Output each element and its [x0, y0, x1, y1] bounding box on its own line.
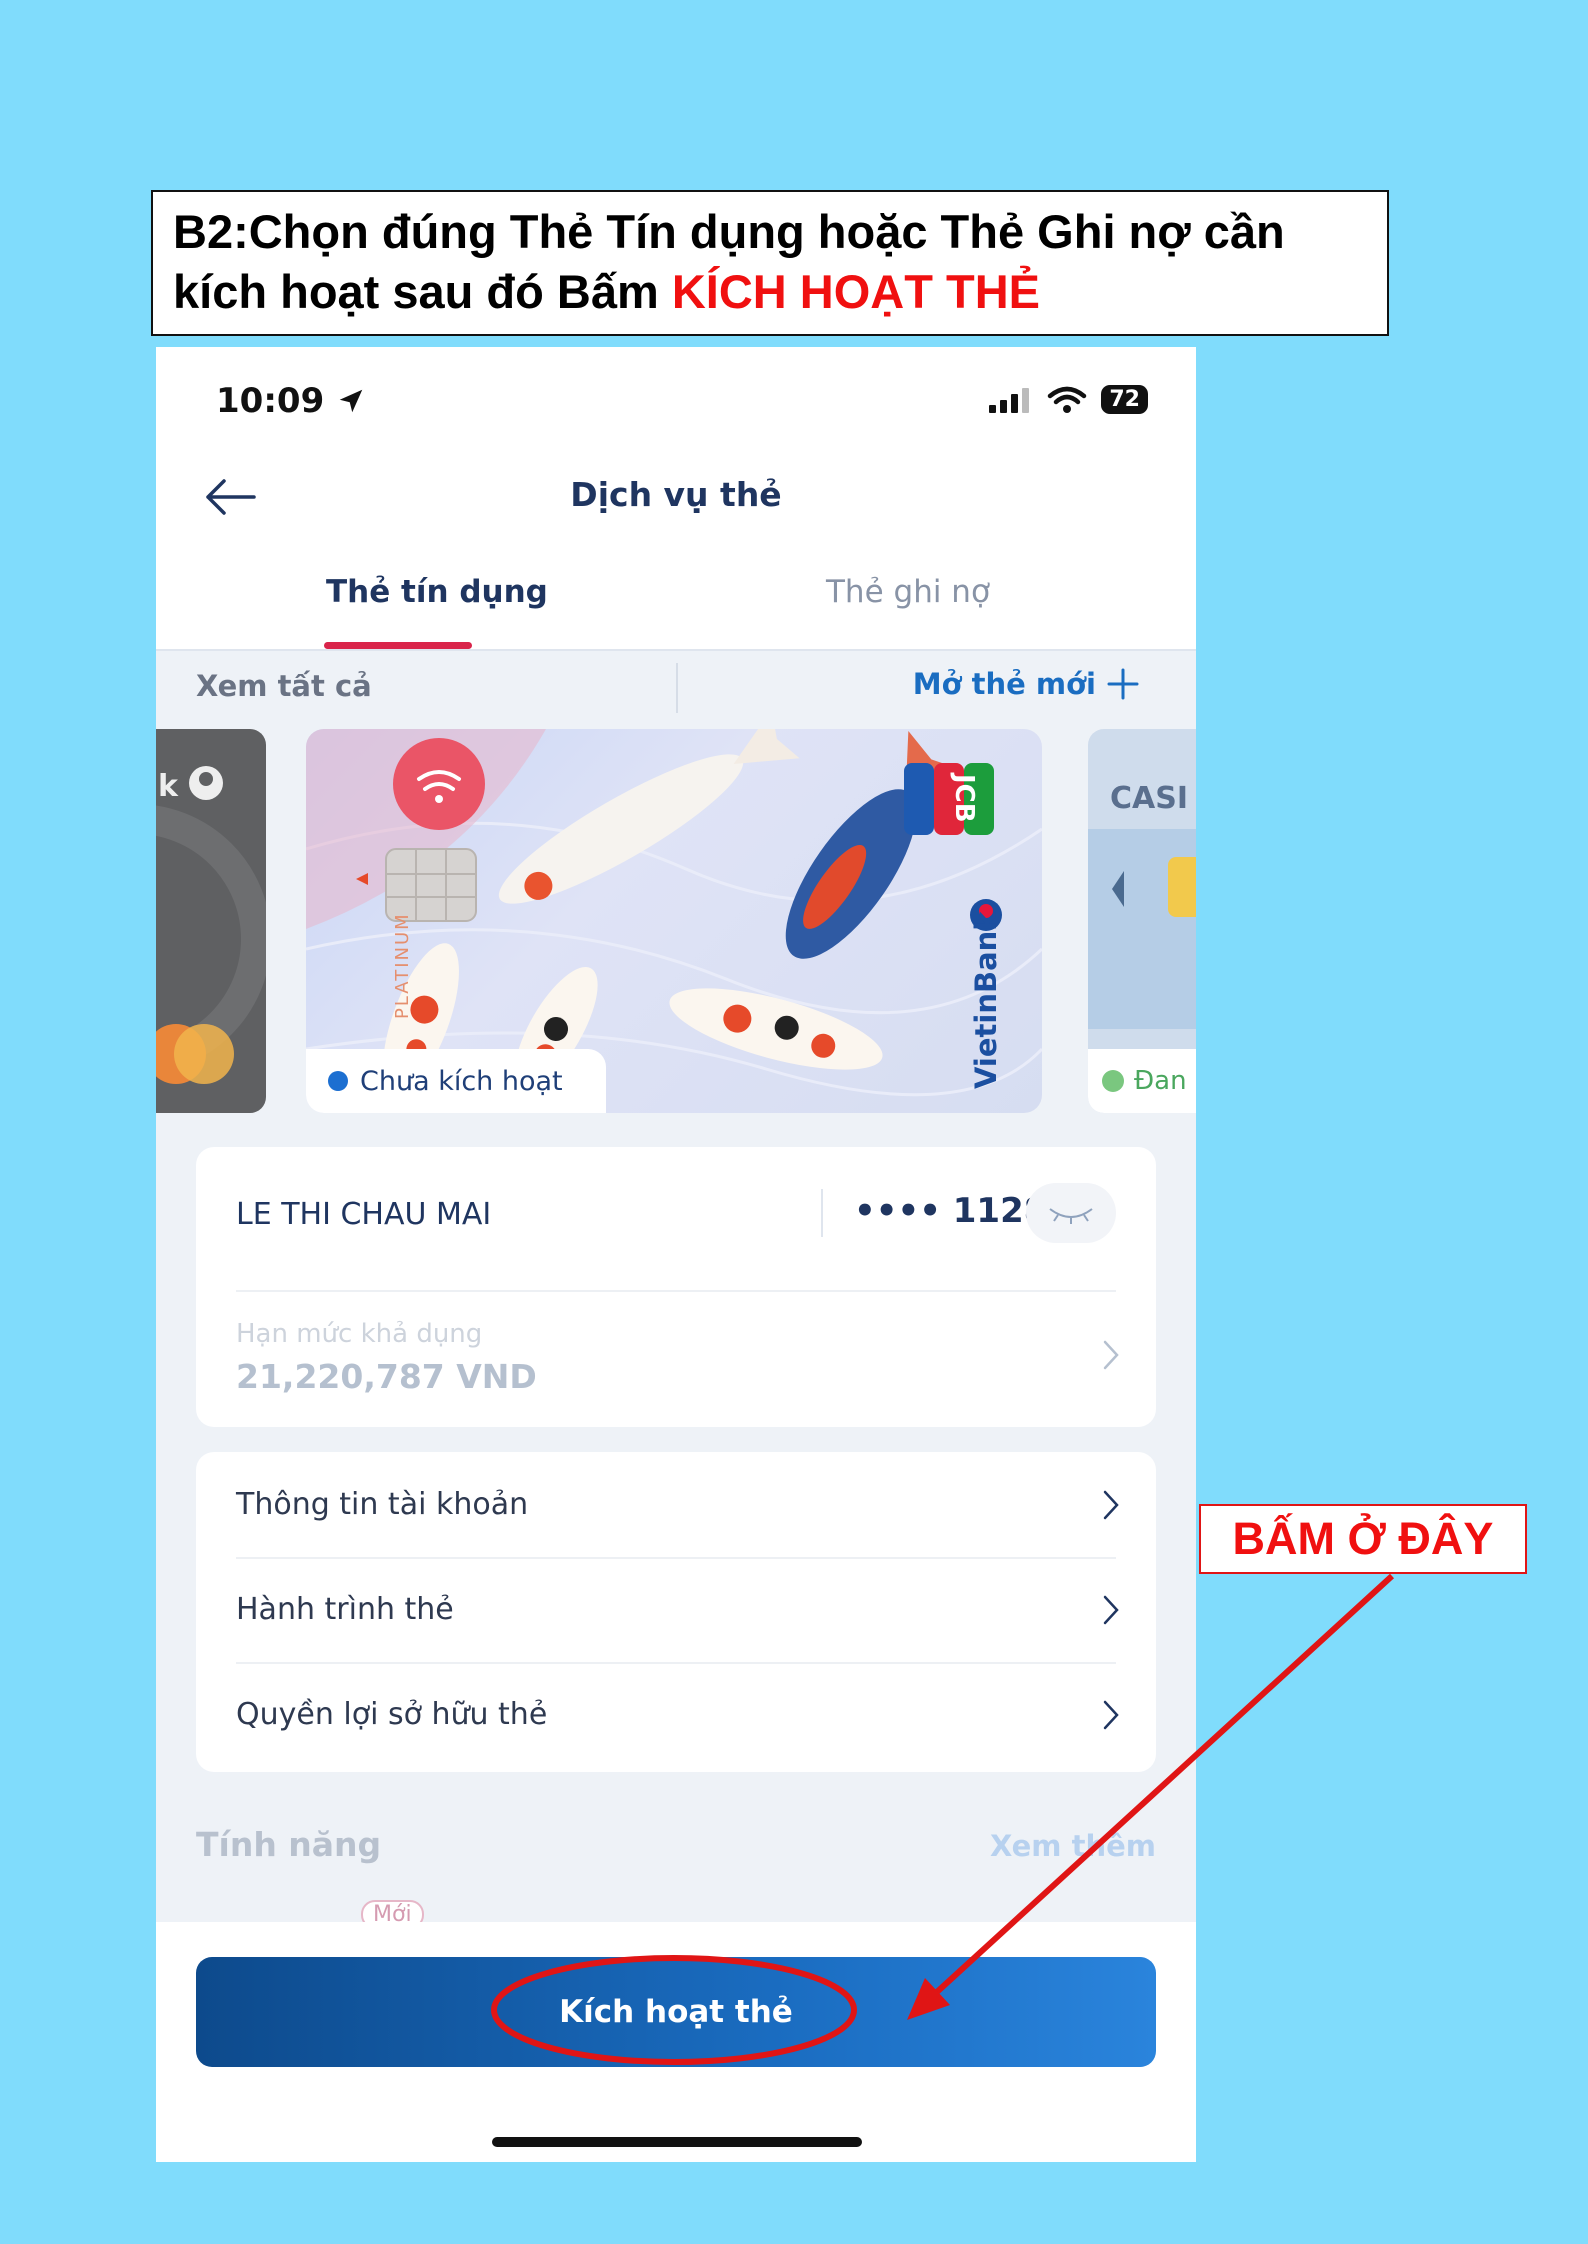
- annotation-layer: [491, 1573, 1395, 2065]
- annotation-arrow-line: [923, 1573, 1395, 2005]
- callout-label: BẤM Ở ĐÂY: [1199, 1504, 1527, 1574]
- highlight-ellipse: [491, 1955, 857, 2065]
